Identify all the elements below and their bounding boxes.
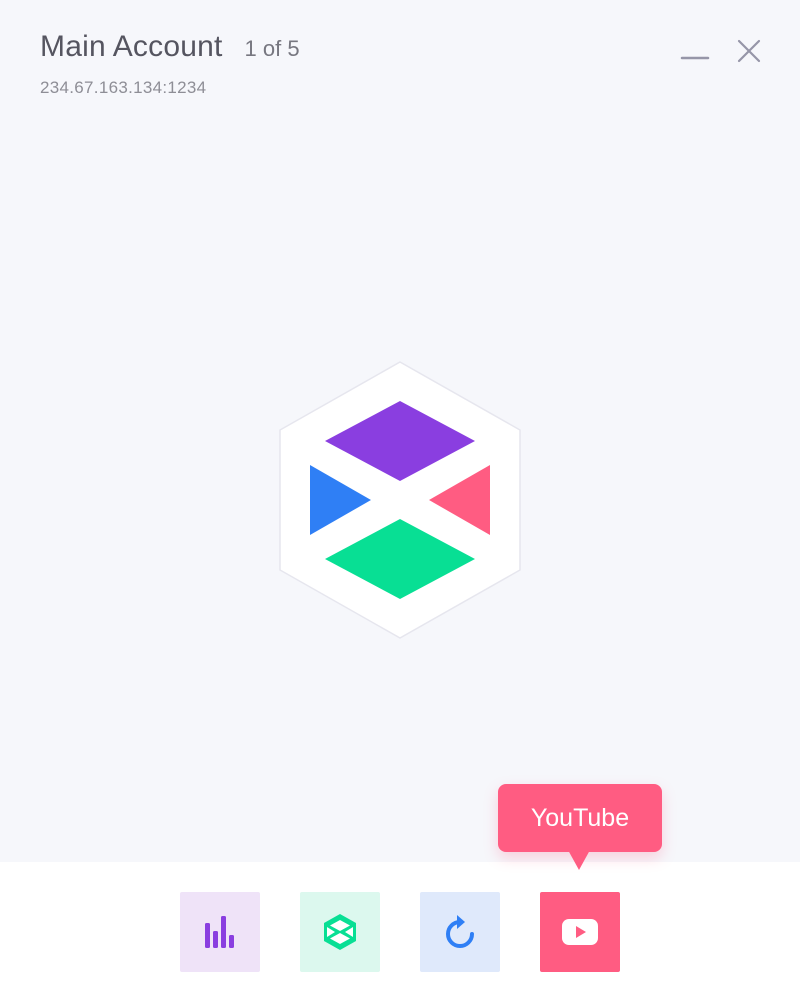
account-window: Main Account 1 of 5 234.67.163.134:1234 … <box>0 0 800 1000</box>
minimize-icon <box>680 56 710 60</box>
app-logo-icon <box>279 361 521 639</box>
youtube-play-icon <box>562 919 598 945</box>
tooltip-arrow <box>568 850 590 870</box>
account-address: 234.67.163.134:1234 <box>40 78 207 97</box>
header: Main Account 1 of 5 234.67.163.134:1234 <box>40 30 760 110</box>
refresh-icon <box>446 915 474 948</box>
stats-button[interactable] <box>180 892 260 972</box>
youtube-button[interactable] <box>540 892 620 972</box>
account-title: Main Account <box>40 30 223 63</box>
app-button[interactable] <box>300 892 380 972</box>
bar-chart-icon <box>205 916 234 948</box>
tooltip-label: YouTube <box>530 803 630 832</box>
account-counter: 1 of 5 <box>244 36 300 61</box>
close-icon <box>737 39 761 63</box>
close-button[interactable] <box>734 36 764 66</box>
bottom-toolbar <box>0 862 800 1000</box>
minimize-button[interactable] <box>680 36 710 66</box>
title-row: Main Account 1 of 5 <box>40 30 760 64</box>
app-logo <box>278 360 522 640</box>
refresh-button[interactable] <box>420 892 500 972</box>
app-logo-icon <box>324 914 356 950</box>
youtube-tooltip: YouTube <box>498 784 662 870</box>
